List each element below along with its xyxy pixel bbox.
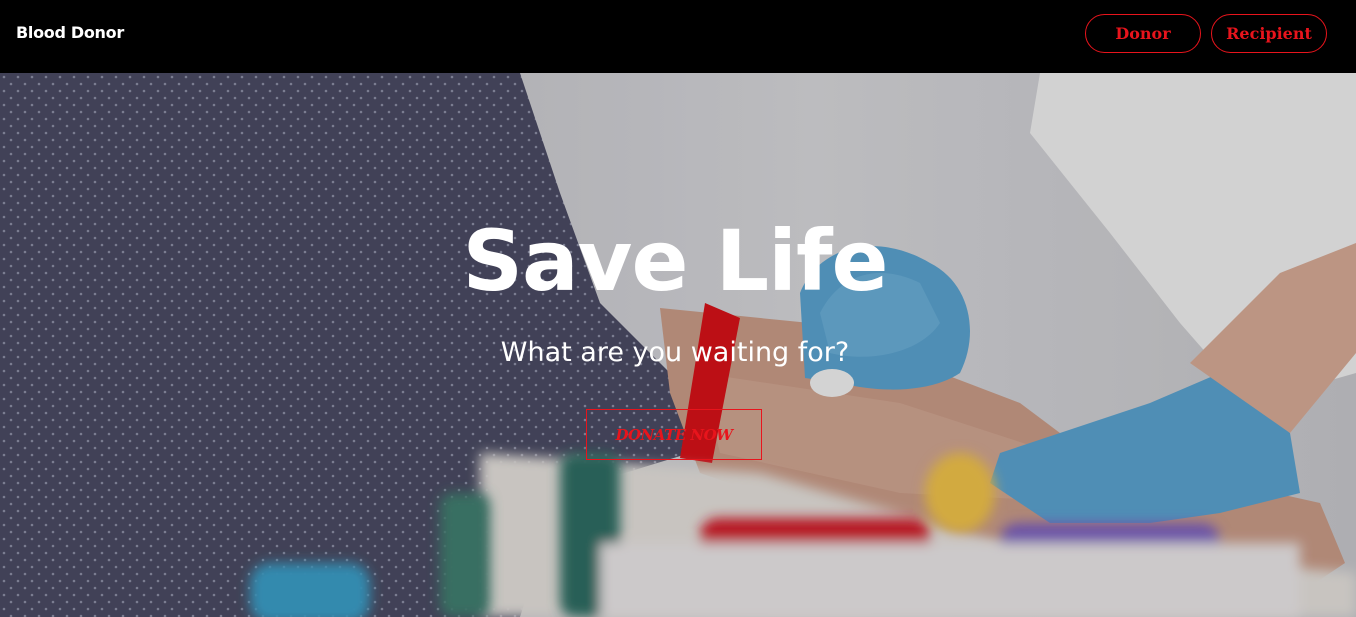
recipient-button[interactable]: Recipient (1211, 13, 1327, 53)
brand-logo[interactable]: Blood Donor (16, 23, 124, 42)
hero-subtitle: What are you waiting for? (500, 337, 850, 368)
nav-actions: Donor Recipient (1085, 13, 1327, 53)
navbar: Blood Donor Donor Recipient (0, 0, 1356, 73)
donor-button[interactable]: Donor (1085, 13, 1201, 53)
hero-title: Save Life (462, 212, 889, 310)
hero-section: Save Life What are you waiting for? DONA… (0, 73, 1356, 617)
hero-content: Save Life What are you waiting for? DONA… (0, 73, 1356, 617)
donate-now-button[interactable]: DONATE NOW (586, 409, 762, 460)
